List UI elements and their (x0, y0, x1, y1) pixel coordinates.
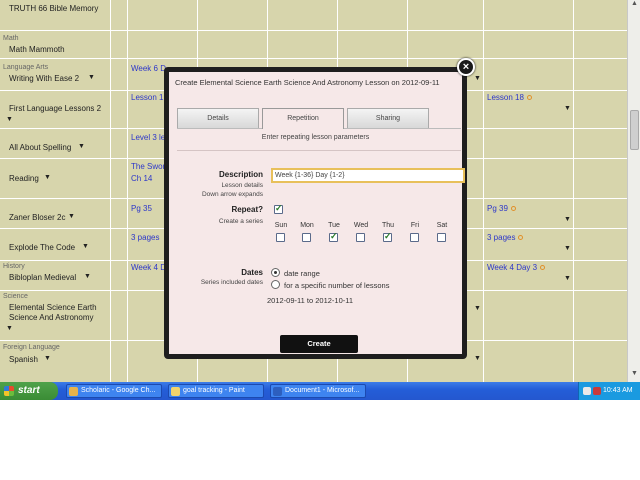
tab-details[interactable]: Details (177, 108, 259, 128)
tab-sharing[interactable]: Sharing (347, 108, 429, 128)
create-button[interactable]: Create (280, 335, 358, 353)
day-checkbox-fri[interactable] (410, 233, 419, 242)
repeat-sub: Create a series (218, 218, 263, 225)
word-icon (273, 387, 282, 396)
radio-number-of-lessons-label: for a specific number of lessons (284, 281, 390, 290)
day-checkbox-sun[interactable] (276, 233, 285, 242)
radio-number-of-lessons[interactable] (271, 280, 280, 289)
day-label-wed: Wed (353, 222, 369, 229)
tab-repetition[interactable]: Repetition (262, 108, 344, 129)
day-checkbox-mon[interactable] (302, 233, 311, 242)
taskbar-item-paint[interactable]: goal tracking - Paint (168, 384, 264, 398)
day-label-tue: Tue (328, 222, 340, 229)
taskbar-item-word[interactable]: Document1 - Microsof... (270, 384, 366, 398)
panel-subtitle: Enter repeating lesson parameters (261, 134, 370, 141)
day-label-fri: Fri (410, 222, 420, 229)
dialog-tabs: Details Repetition Sharing (177, 108, 461, 129)
windows-flag-icon (4, 386, 14, 396)
network-icon[interactable] (583, 387, 591, 395)
day-checkbox-tue[interactable] (329, 231, 338, 242)
chrome-icon (69, 387, 78, 396)
repeat-label: Repeat? (231, 205, 263, 214)
divider (177, 150, 461, 151)
radio-date-range[interactable] (271, 268, 280, 277)
description-sub2: Down arrow expands (201, 191, 263, 198)
start-button[interactable]: start (0, 382, 58, 400)
day-label-sat: Sat (436, 222, 448, 229)
system-tray: 10:43 AM (578, 382, 640, 400)
day-checkbox-sat[interactable] (437, 233, 446, 242)
clock[interactable]: 10:43 AM (603, 382, 633, 400)
close-icon[interactable]: × (457, 58, 475, 76)
description-label: Description (218, 170, 263, 179)
radio-date-range-label: date range (284, 269, 320, 278)
description-field[interactable]: Week {1-36} Day {1-2} (271, 168, 465, 183)
day-label-mon: Mon (300, 222, 314, 229)
day-checkbox-wed[interactable] (356, 233, 365, 242)
day-label-thu: Thu (381, 222, 395, 229)
day-checkbox-thu[interactable] (383, 231, 392, 242)
repeat-checkbox[interactable] (274, 203, 283, 214)
description-sub1: Lesson details (221, 182, 263, 189)
taskbar-item-chrome[interactable]: Scholaric - Google Ch... (66, 384, 162, 398)
dates-label: Dates (241, 268, 263, 277)
taskbar: start Scholaric - Google Ch... goal trac… (0, 382, 640, 400)
create-lesson-dialog: Create Elemental Science Earth Science A… (164, 58, 475, 359)
day-label-sun: Sun (274, 222, 288, 229)
date-range-text: 2012-09-11 to 2012-10-11 (267, 296, 354, 305)
dialog-title: Create Elemental Science Earth Science A… (175, 78, 440, 87)
dates-sub: Series included dates (200, 279, 263, 286)
paint-icon (171, 387, 180, 396)
security-icon[interactable] (593, 387, 601, 395)
